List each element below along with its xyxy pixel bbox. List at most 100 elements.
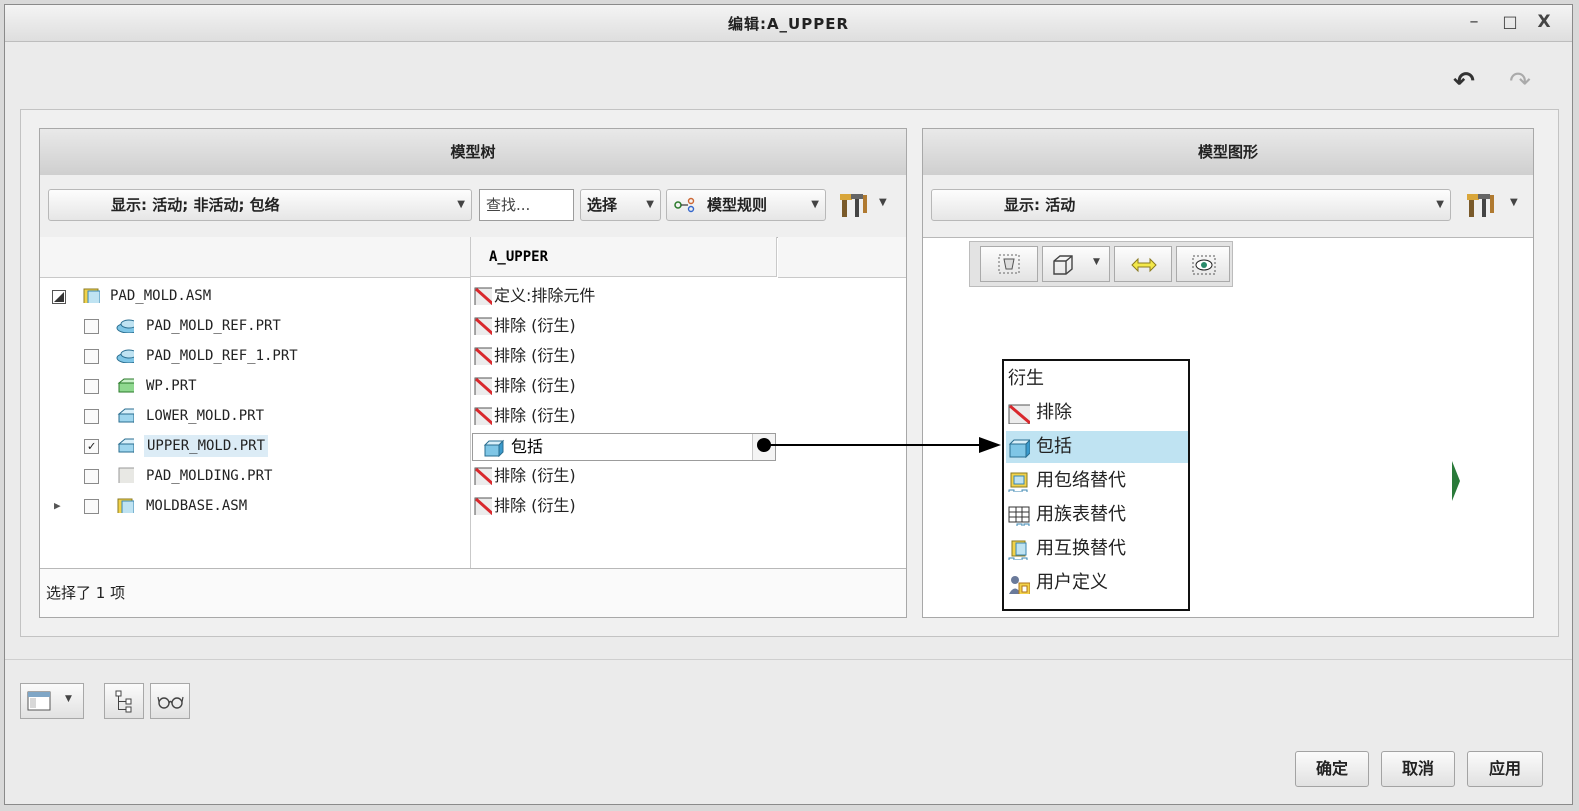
graphics-display-combo[interactable]: 显示: 活动 ▼ [931, 189, 1451, 221]
rule-cell[interactable]: 排除 (衍生) [474, 341, 774, 371]
close-button[interactable]: X [1533, 11, 1555, 33]
menu-item-label: 包括 [1036, 436, 1072, 457]
row-checkbox[interactable] [84, 499, 99, 514]
chevron-down-icon[interactable]: ▼ [65, 694, 72, 704]
layout-button[interactable]: ▼ [20, 683, 84, 719]
empty-column-header [778, 237, 906, 278]
row-checkbox[interactable] [84, 409, 99, 424]
tree-row[interactable]: WP.PRT [40, 371, 470, 401]
tree-name-column-header [40, 237, 471, 278]
column-divider [470, 277, 471, 569]
display-style-button[interactable]: ▼ [1042, 246, 1110, 282]
menu-item-envelope-substitute[interactable]: 用包络替代 [1006, 465, 1188, 497]
tree-row[interactable]: PAD_MOLD_REF.PRT [40, 311, 470, 341]
mold-part-icon [117, 408, 134, 423]
molding-part-icon [118, 467, 134, 483]
tree-row[interactable]: LOWER_MOLD.PRT [40, 401, 470, 431]
row-checkbox[interactable] [84, 319, 99, 334]
exclude-icon [474, 467, 492, 485]
rule-dropdown-include[interactable]: 包括 [472, 433, 776, 461]
panel-collapse-handle-icon[interactable] [1451, 459, 1461, 503]
row-checkbox[interactable] [84, 379, 99, 394]
display-filter-combo[interactable]: 显示: 活动; 非活动; 包络 ▼ [48, 189, 472, 221]
tools-chevron-down-icon[interactable]: ▼ [879, 197, 887, 208]
rule-cell[interactable]: 排除 (衍生) [474, 461, 774, 491]
menu-item-label: 用包络替代 [1036, 470, 1126, 491]
model-graphics-title: 模型图形 [923, 129, 1533, 176]
tools-icon[interactable] [1465, 191, 1497, 219]
maximize-button[interactable]: □ [1499, 11, 1521, 33]
eye-icon [1192, 255, 1216, 275]
chevron-down-icon: ▼ [811, 199, 819, 210]
chevron-down-icon: ▼ [457, 199, 465, 210]
assembly-icon [117, 498, 134, 513]
tree-node-label: WP.PRT [146, 378, 197, 394]
row-checkbox[interactable] [84, 469, 99, 484]
exclude-icon [474, 497, 492, 515]
rule-cell[interactable]: 排除 (衍生) [474, 491, 774, 521]
apply-button[interactable]: 应用 [1467, 751, 1543, 787]
edit-dialog: 编辑:A_UPPER – □ X ↶ ↷ 模型树 显示: 活动; 非活动; 包络… [4, 4, 1573, 805]
rule-cell[interactable]: 定义:排除元件 [474, 281, 774, 311]
model-tree-toolbar: 显示: 活动; 非活动; 包络 ▼ 查找... 选择 ▼ 模型规则 ▼ ▼ [40, 175, 906, 238]
glasses-icon [157, 696, 184, 709]
menu-item-label: 排除 [1036, 402, 1072, 423]
rule-cell[interactable]: 排除 (衍生) [474, 311, 774, 341]
rule-column-header[interactable]: A_UPPER [471, 237, 777, 277]
ok-button[interactable]: 确定 [1295, 751, 1369, 787]
tree-view-button[interactable] [104, 683, 144, 719]
menu-item-label: 用族表替代 [1036, 504, 1126, 525]
tree-node-label: PAD_MOLD_REF.PRT [146, 318, 281, 334]
rule-label: 排除 (衍生) [494, 466, 576, 485]
tree-row[interactable]: PAD_MOLD_REF_1.PRT [40, 341, 470, 371]
undo-icon[interactable]: ↶ [1447, 67, 1481, 97]
tree-node-label: PAD_MOLDING.PRT [146, 468, 273, 484]
menu-item-exclude[interactable]: 排除 [1006, 397, 1188, 429]
tree-structure-icon [115, 690, 132, 713]
preview-button[interactable] [150, 683, 190, 719]
exclude-icon [474, 317, 492, 335]
model-rules-icon [674, 197, 695, 213]
tree-row[interactable]: PAD_MOLDING.PRT [40, 461, 470, 491]
menu-item-derived[interactable]: 衍生 [1006, 363, 1188, 395]
exclude-icon [474, 377, 492, 395]
model-rules-combo[interactable]: 模型规则 ▼ [666, 189, 826, 221]
rule-cell[interactable]: 排除 (衍生) [474, 401, 774, 431]
model-tree-panel: 模型树 显示: 活动; 非活动; 包络 ▼ 查找... 选择 ▼ 模型规则 ▼ … [39, 128, 907, 618]
redo-icon[interactable]: ↷ [1503, 67, 1537, 97]
tools-chevron-down-icon[interactable]: ▼ [1510, 197, 1518, 208]
row-checkbox-checked[interactable]: ✓ [84, 439, 99, 454]
mold-part-icon [117, 438, 134, 453]
menu-item-family-table-substitute[interactable]: 用族表替代 [1006, 499, 1188, 531]
tree-row-selected[interactable]: ✓ UPPER_MOLD.PRT [40, 431, 470, 461]
collapse-icon[interactable] [52, 290, 66, 304]
exclude-icon [474, 287, 492, 305]
tree-row[interactable]: ▶ MOLDBASE.ASM [40, 491, 470, 521]
envelope-substitute-icon [1008, 472, 1028, 492]
search-input[interactable]: 查找... [479, 189, 574, 221]
tree-row[interactable]: PAD_MOLD.ASM [40, 281, 470, 311]
annotation-arrow [757, 437, 1001, 453]
rule-cell[interactable]: 排除 (衍生) [474, 371, 774, 401]
menu-item-label: 用互换替代 [1036, 538, 1126, 559]
refit-button[interactable] [980, 246, 1038, 282]
display-filter-label: 显示: 活动; 非活动; 包络 [111, 196, 280, 214]
menu-item-label: 用户定义 [1036, 572, 1108, 593]
tree-node-label: PAD_MOLD_REF_1.PRT [146, 348, 298, 364]
pan-button[interactable] [1114, 246, 1172, 282]
minimize-button[interactable]: – [1463, 11, 1485, 33]
horizontal-arrows-icon [1131, 257, 1157, 273]
menu-item-include[interactable]: 包括 [1006, 431, 1188, 463]
model-graphics-toolbar: 显示: 活动 ▼ ▼ [923, 175, 1533, 238]
chevron-down-icon[interactable]: ▼ [1093, 257, 1100, 267]
row-checkbox[interactable] [84, 349, 99, 364]
menu-item-user-defined[interactable]: 用户定义 [1006, 567, 1188, 599]
refit-icon [998, 254, 1020, 274]
visibility-button[interactable] [1176, 246, 1230, 282]
tools-icon[interactable] [838, 191, 870, 219]
menu-item-interchange-substitute[interactable]: 用互换替代 [1006, 533, 1188, 565]
content-area: 模型树 显示: 活动; 非活动; 包络 ▼ 查找... 选择 ▼ 模型规则 ▼ … [20, 109, 1559, 637]
cancel-button[interactable]: 取消 [1381, 751, 1455, 787]
expand-icon[interactable]: ▶ [54, 491, 61, 521]
select-combo[interactable]: 选择 ▼ [580, 189, 661, 221]
